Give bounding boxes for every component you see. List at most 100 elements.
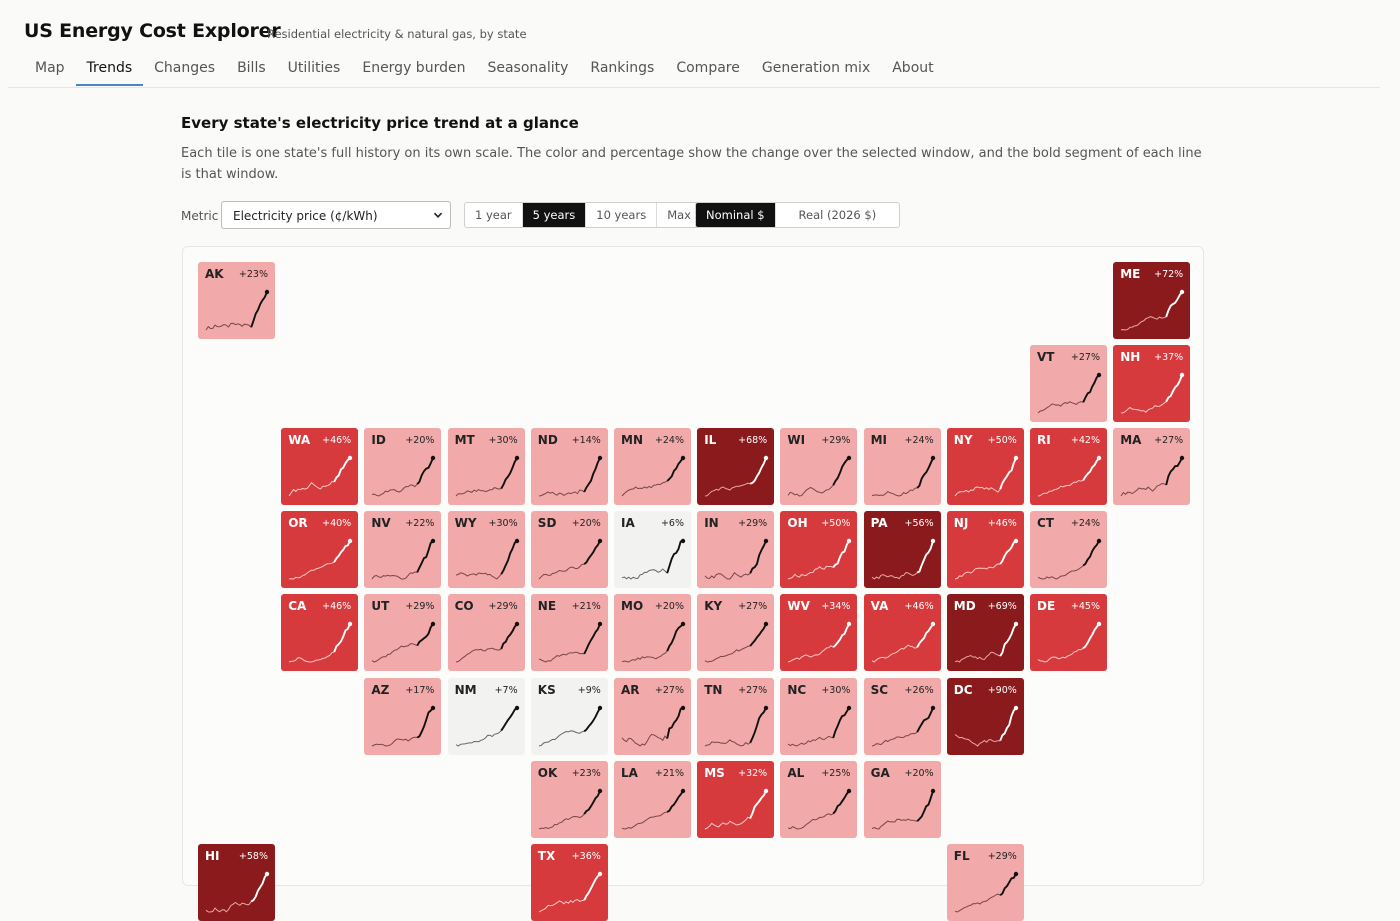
state-tile-wa[interactable]: WA +46%: [281, 428, 359, 506]
state-change-pct: +69%: [987, 601, 1017, 613]
state-tile-in[interactable]: IN +29%: [697, 511, 775, 589]
period-option-10-years[interactable]: 10 years: [586, 203, 658, 227]
state-tile-ms[interactable]: MS +32%: [697, 760, 775, 838]
state-tile-ak[interactable]: AK +23%: [198, 262, 275, 339]
main-nav: Map Trends Changes Bills Utilities Energy bur…: [24, 59, 945, 87]
state-tile-ut[interactable]: UT +29%: [364, 594, 442, 672]
tab-bills[interactable]: Bills: [226, 59, 277, 86]
state-tile-tx[interactable]: TX +36%: [530, 843, 608, 921]
tab-map[interactable]: Map: [24, 59, 76, 86]
state-tile-id[interactable]: ID +20%: [364, 428, 442, 506]
state-tile-ny[interactable]: NY +50%: [946, 428, 1024, 506]
tab-utilities[interactable]: Utilities: [277, 59, 352, 86]
state-abbr: LA: [621, 765, 638, 780]
state-tile-vt[interactable]: VT +27%: [1030, 345, 1107, 423]
state-tile-ri[interactable]: RI +42%: [1030, 428, 1107, 506]
state-change-pct: +29%: [738, 518, 768, 530]
state-change-pct: +68%: [738, 435, 768, 447]
metric-select[interactable]: Electricity price (¢/kWh): [221, 201, 451, 229]
state-tile-nm[interactable]: NM +7%: [447, 677, 525, 755]
state-tile-nc[interactable]: NC +30%: [780, 677, 858, 755]
state-tile-mo[interactable]: MO +20%: [614, 594, 691, 672]
state-tile-al[interactable]: AL +25%: [780, 760, 858, 838]
state-abbr: UT: [371, 599, 390, 614]
state-change-pct: +56%: [904, 518, 934, 530]
state-tile-mn[interactable]: MN +24%: [614, 428, 691, 506]
state-tile-nv[interactable]: NV +22%: [364, 511, 442, 589]
state-tile-wy[interactable]: WY +30%: [447, 511, 525, 589]
state-change-pct: +46%: [322, 435, 352, 447]
state-tile-oh[interactable]: OH +50%: [780, 511, 858, 589]
nav-divider: [8, 87, 1380, 88]
state-tile-de[interactable]: DE +45%: [1030, 594, 1107, 672]
state-change-pct: +45%: [1070, 601, 1100, 613]
state-tile-il[interactable]: IL +68%: [697, 428, 775, 506]
state-tile-mi[interactable]: MI +24%: [863, 428, 941, 506]
state-tile-nj[interactable]: NJ +46%: [946, 511, 1024, 589]
state-change-pct: +27%: [738, 601, 768, 613]
state-change-pct: +21%: [571, 601, 601, 613]
state-change-pct: +23%: [238, 269, 268, 280]
real-dollar-option[interactable]: Real (2026 $): [776, 203, 900, 227]
tab-energy-burden[interactable]: Energy burden: [351, 59, 476, 86]
state-tile-dc[interactable]: DC +90%: [946, 677, 1024, 755]
state-abbr: AL: [787, 765, 805, 780]
state-tile-ia[interactable]: IA +6%: [614, 511, 691, 589]
state-tile-ks[interactable]: KS +9%: [530, 677, 608, 755]
section-title: Every state's electricity price trend at…: [181, 114, 579, 132]
state-tile-fl[interactable]: FL +29%: [946, 843, 1024, 921]
section-description: Each tile is one state's full history on…: [181, 146, 1202, 182]
state-tile-ma[interactable]: MA +27%: [1113, 428, 1191, 506]
state-tile-wi[interactable]: WI +29%: [780, 428, 858, 506]
state-tile-tn[interactable]: TN +27%: [697, 677, 775, 755]
state-tile-wv[interactable]: WV +34%: [780, 594, 858, 672]
state-change-pct: +30%: [488, 518, 518, 530]
state-tile-nh[interactable]: NH +37%: [1113, 345, 1191, 423]
nominal-dollar-option[interactable]: Nominal $: [696, 203, 776, 227]
state-tile-ne[interactable]: NE +21%: [530, 594, 608, 672]
state-change-pct: +26%: [904, 684, 934, 696]
tab-about[interactable]: About: [881, 59, 944, 86]
state-tile-pa[interactable]: PA +56%: [863, 511, 941, 589]
state-tile-sd[interactable]: SD +20%: [530, 511, 608, 589]
state-abbr: VA: [870, 599, 889, 614]
state-abbr: NJ: [953, 516, 969, 531]
state-tile-ok[interactable]: OK +23%: [530, 760, 608, 838]
tab-compare[interactable]: Compare: [665, 59, 751, 86]
state-abbr: AR: [621, 682, 640, 697]
state-tile-or[interactable]: OR +40%: [281, 511, 359, 589]
state-change-pct: +20%: [904, 767, 934, 779]
state-tile-co[interactable]: CO +29%: [447, 594, 525, 672]
state-tile-ga[interactable]: GA +20%: [863, 760, 941, 838]
state-abbr: NY: [953, 433, 973, 448]
state-tile-va[interactable]: VA +46%: [863, 594, 941, 672]
state-abbr: PA: [870, 516, 888, 531]
state-tile-ca[interactable]: CA +46%: [281, 594, 359, 672]
tab-generation-mix[interactable]: Generation mix: [751, 59, 881, 86]
state-tile-la[interactable]: LA +21%: [614, 760, 691, 838]
state-change-pct: +58%: [238, 850, 268, 862]
state-tile-ar[interactable]: AR +27%: [614, 677, 691, 755]
state-tile-ct[interactable]: CT +24%: [1030, 511, 1107, 589]
tab-trends[interactable]: Trends: [75, 59, 144, 86]
state-tile-sc[interactable]: SC +26%: [863, 677, 941, 755]
tab-rankings[interactable]: Rankings: [579, 59, 665, 86]
period-option-5-years[interactable]: 5 years: [522, 203, 587, 227]
state-abbr: FL: [953, 848, 970, 863]
state-tile-me[interactable]: ME +72%: [1113, 262, 1191, 339]
state-change-pct: +46%: [322, 601, 352, 613]
state-tile-ky[interactable]: KY +27%: [697, 594, 775, 672]
tab-seasonality[interactable]: Seasonality: [476, 59, 579, 86]
state-abbr: CT: [1037, 516, 1054, 531]
state-tile-md[interactable]: MD +69%: [946, 594, 1024, 672]
state-tile-nd[interactable]: ND +14%: [530, 428, 608, 506]
tab-changes[interactable]: Changes: [143, 59, 226, 86]
state-abbr: IN: [704, 516, 719, 531]
state-abbr: ID: [371, 433, 386, 448]
state-abbr: WI: [787, 433, 806, 448]
period-option-1-year[interactable]: 1 year: [465, 203, 523, 227]
state-tile-az[interactable]: AZ +17%: [364, 677, 442, 755]
state-tile-mt[interactable]: MT +30%: [447, 428, 525, 506]
state-tile-hi[interactable]: HI +58%: [198, 843, 275, 921]
state-abbr: RI: [1037, 433, 1051, 448]
